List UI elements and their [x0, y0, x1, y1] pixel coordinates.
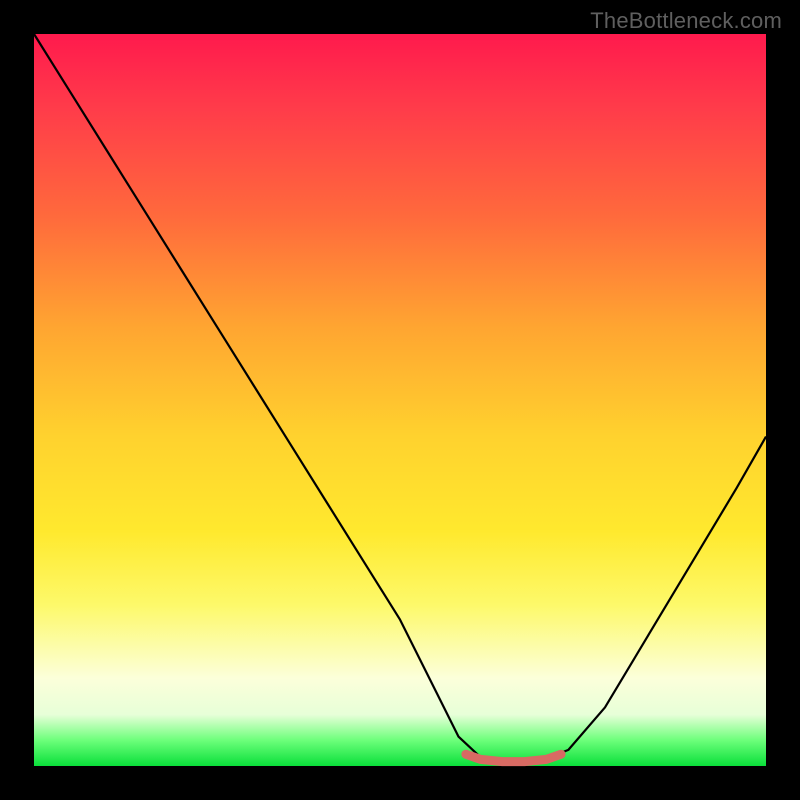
- chart-svg: [34, 34, 766, 766]
- optimal-band: [466, 754, 561, 761]
- bottleneck-curve: [34, 34, 766, 762]
- plot-area: [34, 34, 766, 766]
- chart-frame: TheBottleneck.com: [0, 0, 800, 800]
- watermark-text: TheBottleneck.com: [590, 8, 782, 34]
